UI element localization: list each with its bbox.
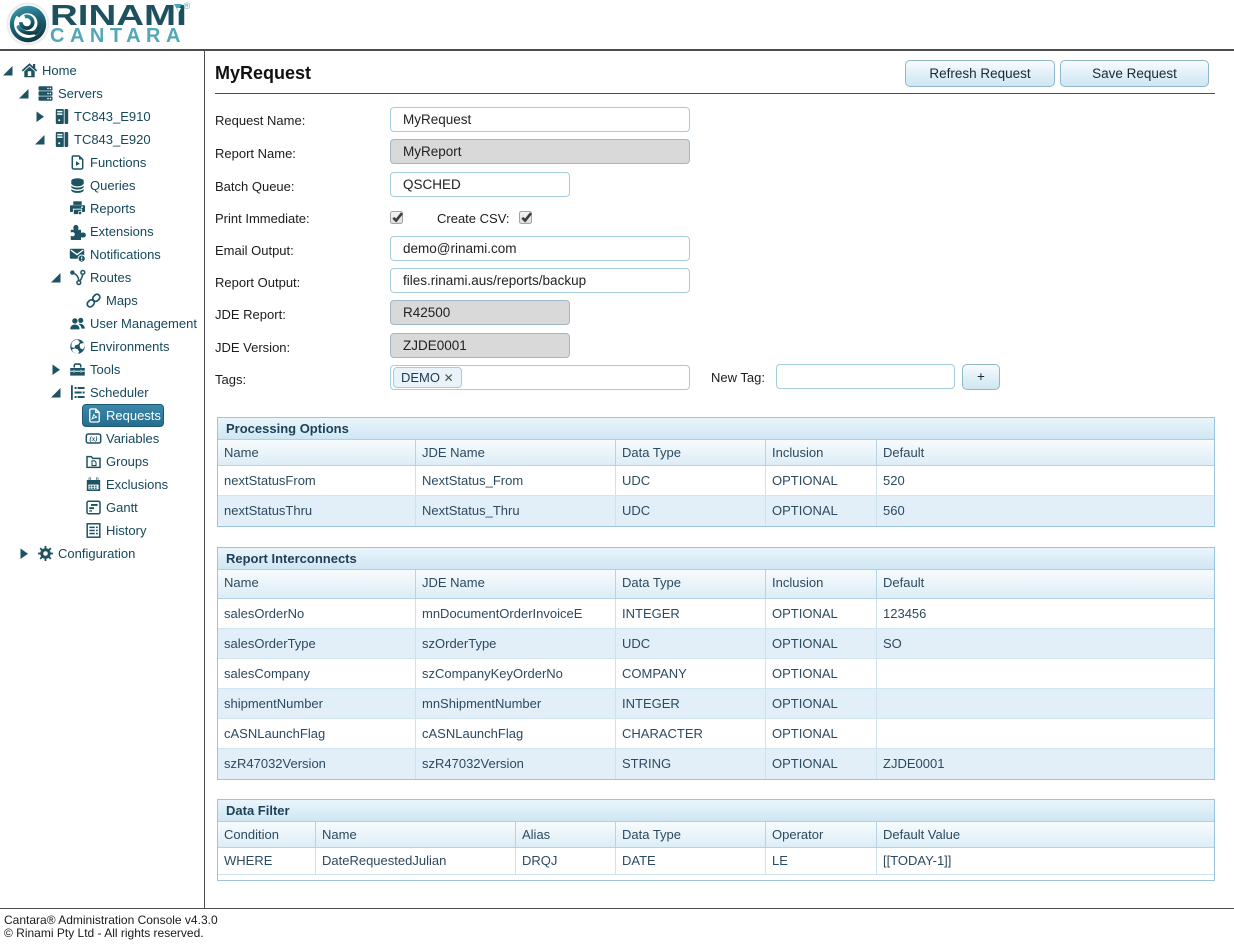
svg-text:(x): (x) [89,435,97,443]
